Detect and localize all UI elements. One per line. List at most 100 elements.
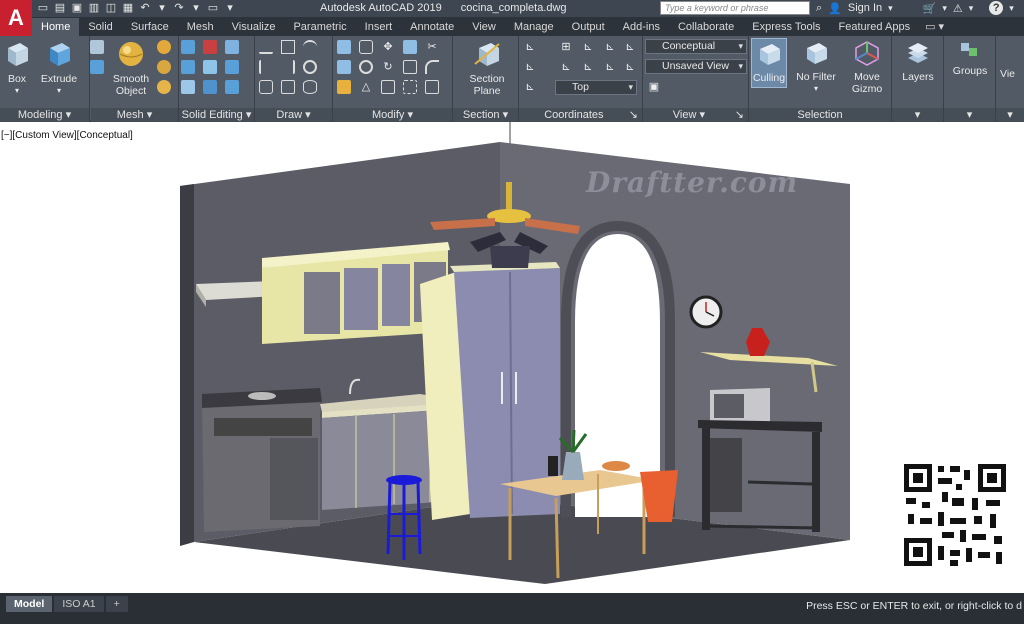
binoculars-icon[interactable]: ⌕ bbox=[816, 2, 822, 15]
rotate-icon[interactable]: ↻ bbox=[381, 60, 395, 74]
mirror-icon[interactable] bbox=[337, 40, 351, 54]
help-dropdown-icon[interactable]: ▾ bbox=[1009, 3, 1014, 14]
trim-icon[interactable]: ✂ bbox=[425, 40, 439, 54]
3d-array-icon[interactable] bbox=[359, 60, 373, 74]
add-layout-button[interactable]: + bbox=[105, 596, 128, 612]
ucs-object-icon[interactable]: ⊾ bbox=[623, 60, 637, 74]
section-plane-button[interactable]: Section Plane bbox=[463, 40, 511, 97]
shell-icon[interactable] bbox=[203, 60, 217, 74]
erase-icon[interactable] bbox=[403, 80, 417, 94]
arc-icon[interactable] bbox=[303, 40, 317, 54]
user-icon[interactable]: 👤 bbox=[828, 2, 842, 15]
circle-icon[interactable] bbox=[303, 60, 317, 74]
tab-parametric[interactable]: Parametric bbox=[284, 18, 355, 36]
offset-icon[interactable]: △ bbox=[359, 80, 373, 94]
view-direction-select[interactable]: Top bbox=[555, 80, 637, 95]
cart-dropdown-icon[interactable]: ▾ bbox=[942, 3, 947, 14]
separate-icon[interactable] bbox=[225, 60, 239, 74]
drawing-viewport[interactable]: [−][Custom View][Conceptual] Draftter.co… bbox=[0, 122, 1024, 593]
tab-manage[interactable]: Manage bbox=[505, 18, 563, 36]
coordinates-panel-title[interactable]: Coordinates ↘ bbox=[519, 108, 642, 122]
web-icon[interactable]: ◫ bbox=[104, 1, 118, 15]
open-file-icon[interactable]: ▤ bbox=[53, 1, 67, 15]
tab-collaborate[interactable]: Collaborate bbox=[669, 18, 743, 36]
construction-line-icon[interactable] bbox=[281, 60, 295, 74]
solid-editing-panel-title[interactable]: Solid Editing ▾ bbox=[179, 108, 254, 122]
extrude-button[interactable]: Extrude ▾ bbox=[38, 40, 80, 97]
tab-home[interactable]: Home bbox=[32, 18, 80, 36]
mesh-panel-title[interactable]: Mesh ▾ bbox=[91, 108, 178, 122]
subtract-icon[interactable] bbox=[203, 40, 217, 54]
smooth-object-button[interactable]: Smooth Object bbox=[109, 40, 153, 97]
tab-surface[interactable]: Surface bbox=[122, 18, 178, 36]
layout-tab-model[interactable]: Model bbox=[6, 596, 53, 612]
view-tools-panel-dropdown[interactable]: ▾ bbox=[996, 108, 1024, 122]
array-icon[interactable] bbox=[425, 80, 439, 94]
groups-button[interactable]: Groups bbox=[950, 40, 990, 77]
ellipse-icon[interactable] bbox=[303, 80, 317, 94]
a360-icon[interactable]: ⚠ bbox=[953, 2, 963, 15]
tab-solid[interactable]: Solid bbox=[79, 18, 121, 36]
named-view-select[interactable]: Unsaved View bbox=[645, 59, 747, 74]
mesh-box-icon[interactable] bbox=[157, 40, 171, 54]
ucs-y-icon[interactable]: ⊾ bbox=[603, 40, 617, 54]
ucs-3point-icon[interactable]: ⊾ bbox=[581, 60, 595, 74]
plot-icon[interactable]: ▦ bbox=[121, 1, 135, 15]
move-gizmo-button[interactable]: Move Gizmo bbox=[845, 40, 889, 95]
ucs-world-icon[interactable]: ⊞ bbox=[559, 40, 573, 54]
polyline-icon[interactable] bbox=[281, 40, 295, 54]
ucs-zaxis-icon[interactable]: ⊾ bbox=[603, 60, 617, 74]
viewport-config-icon[interactable]: ▣ bbox=[647, 80, 661, 94]
ucs-x-icon[interactable]: ⊾ bbox=[581, 40, 595, 54]
tab-output[interactable]: Output bbox=[563, 18, 614, 36]
selection-panel-title[interactable]: Selection bbox=[749, 108, 891, 122]
modify-panel-title[interactable]: Modify ▾ bbox=[333, 108, 452, 122]
3d-mirror-icon[interactable] bbox=[337, 60, 351, 74]
help-icon[interactable]: ? bbox=[989, 1, 1004, 15]
save-icon[interactable]: ▣ bbox=[70, 1, 84, 15]
view-tools-button[interactable]: Vie bbox=[1000, 68, 1024, 80]
mesh-refine-icon[interactable] bbox=[157, 80, 171, 94]
qat-dropdown-icon[interactable]: ▾ bbox=[223, 1, 237, 15]
3d-rotate-icon[interactable] bbox=[359, 40, 373, 54]
ucs-view-icon[interactable]: ⊾ bbox=[523, 60, 537, 74]
search-input[interactable]: Type a keyword or phrase bbox=[660, 1, 810, 15]
modeling-panel-title[interactable]: Modeling ▾ bbox=[0, 108, 89, 122]
spline-icon[interactable] bbox=[259, 60, 273, 74]
autocad-logo-icon[interactable]: A bbox=[0, 0, 32, 36]
tab-add-ins[interactable]: Add-ins bbox=[614, 18, 669, 36]
save-as-icon[interactable]: ▥ bbox=[87, 1, 101, 15]
sign-in-link[interactable]: Sign In bbox=[848, 2, 882, 14]
layers-button[interactable]: Layers bbox=[898, 40, 938, 83]
culling-button[interactable]: Culling bbox=[751, 38, 787, 88]
tab-featured-apps[interactable]: Featured Apps bbox=[830, 18, 920, 36]
section-panel-title[interactable]: Section ▾ bbox=[453, 108, 518, 122]
move-icon[interactable]: ✥ bbox=[381, 40, 395, 54]
a360-dropdown-icon[interactable]: ▾ bbox=[969, 3, 974, 14]
sign-in-dropdown-icon[interactable]: ▾ bbox=[888, 3, 893, 14]
tab-insert[interactable]: Insert bbox=[356, 18, 402, 36]
slice-icon[interactable] bbox=[181, 60, 195, 74]
extract-edges-icon[interactable] bbox=[203, 80, 217, 94]
thicken-icon[interactable] bbox=[181, 80, 195, 94]
ucs-origin-icon[interactable]: ⊾ bbox=[559, 60, 573, 74]
ucs-z-icon[interactable]: ⊾ bbox=[623, 40, 637, 54]
mesh-smooth-icon[interactable] bbox=[157, 60, 171, 74]
edit-icon[interactable] bbox=[337, 80, 351, 94]
fillet-edge-icon[interactable] bbox=[225, 80, 239, 94]
fillet-icon[interactable] bbox=[425, 60, 439, 74]
undo-icon[interactable]: ↶ bbox=[138, 1, 152, 15]
polygon-icon[interactable] bbox=[259, 80, 273, 94]
union-icon[interactable] bbox=[181, 40, 195, 54]
ucs-previous-icon[interactable]: ⊾ bbox=[523, 80, 537, 94]
cart-icon[interactable]: 🛒 bbox=[923, 2, 937, 15]
line-icon[interactable] bbox=[259, 40, 273, 54]
new-file-icon[interactable]: ▭ bbox=[36, 1, 50, 15]
tab-view[interactable]: View bbox=[463, 18, 505, 36]
visual-style-select[interactable]: Conceptual bbox=[645, 39, 747, 54]
ucs-icon[interactable]: ⊾ bbox=[523, 40, 537, 54]
groups-panel-dropdown[interactable]: ▾ bbox=[944, 108, 995, 122]
redo-dropdown-icon[interactable]: ▾ bbox=[189, 1, 203, 15]
layout-tab-iso-a1[interactable]: ISO A1 bbox=[54, 596, 104, 612]
workspace-icon[interactable]: ▭ bbox=[206, 1, 220, 15]
